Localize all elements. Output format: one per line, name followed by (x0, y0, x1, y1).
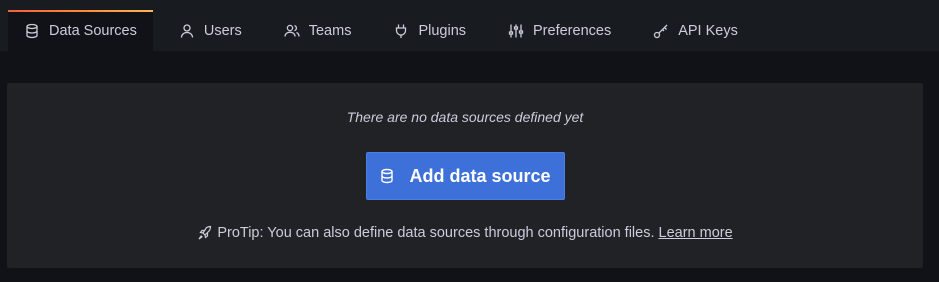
user-icon (179, 23, 195, 39)
tab-preferences[interactable]: Preferences (492, 10, 627, 51)
tab-teams[interactable]: Teams (268, 10, 368, 51)
tab-data-sources[interactable]: Data Sources (8, 10, 153, 51)
tab-label: Preferences (533, 22, 612, 39)
empty-state-panel: There are no data sources defined yet Ad… (7, 83, 923, 268)
tab-users[interactable]: Users (163, 10, 258, 51)
tab-label: Teams (308, 22, 352, 39)
empty-state-title: There are no data sources defined yet (346, 109, 584, 125)
tab-label: Users (203, 22, 242, 39)
database-icon (379, 168, 395, 184)
sliders-icon (508, 23, 524, 39)
rocket-icon (197, 225, 213, 241)
key-icon (653, 23, 669, 39)
tab-label: Data Sources (49, 22, 137, 39)
database-icon (24, 23, 40, 39)
add-data-source-label: Add data source (409, 165, 551, 186)
tab-bar: Data Sources Users Teams Plugins Prefere… (0, 0, 939, 51)
plug-icon (393, 23, 409, 39)
tab-label: Plugins (418, 22, 467, 39)
protip: ProTip: You can also define data sources… (197, 225, 733, 241)
tab-label: API Keys (678, 22, 738, 39)
add-data-source-button[interactable]: Add data source (365, 152, 565, 200)
tab-api-keys[interactable]: API Keys (637, 10, 754, 51)
protip-text: ProTip: You can also define data sources… (217, 225, 655, 241)
learn-more-link[interactable]: Learn more (659, 225, 733, 241)
users-icon (284, 23, 300, 39)
tab-plugins[interactable]: Plugins (377, 10, 482, 51)
